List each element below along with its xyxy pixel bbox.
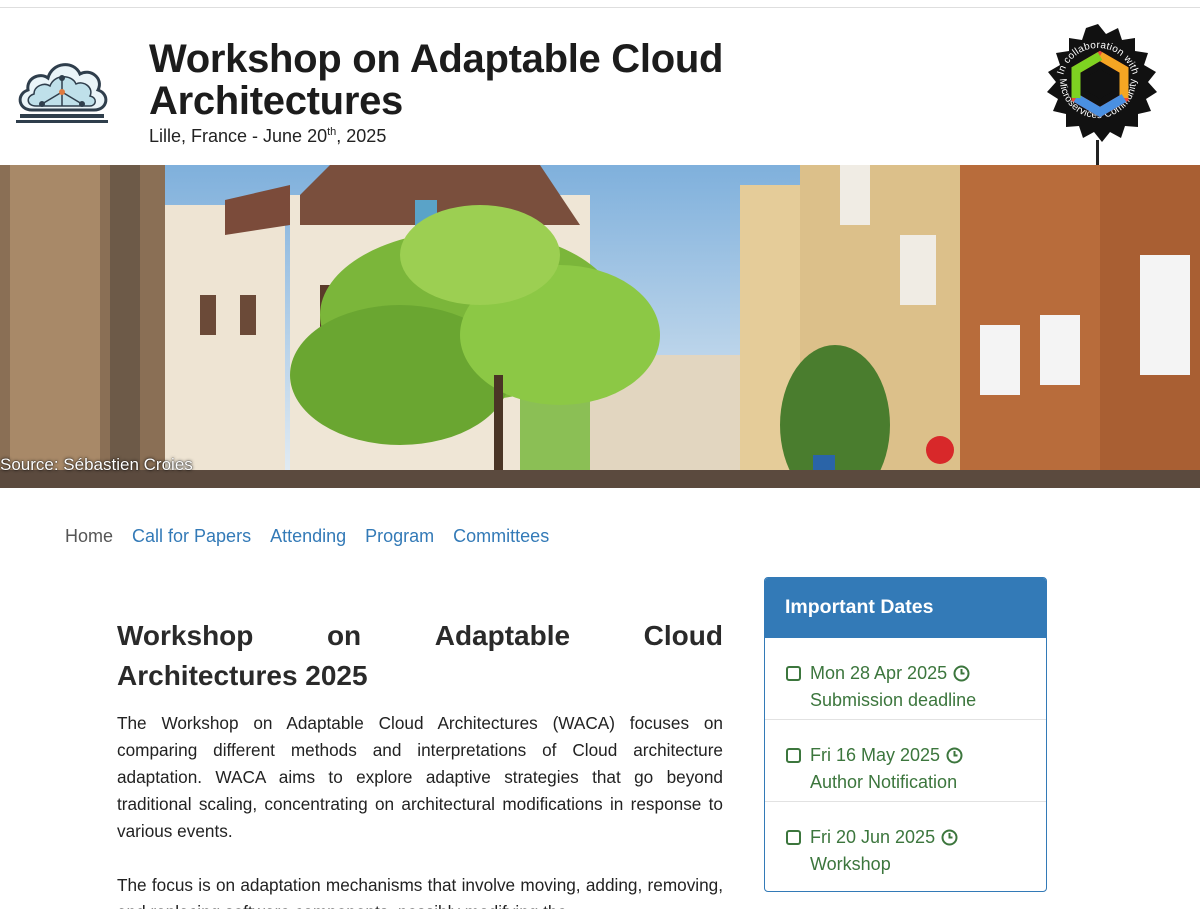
cloud-architecture-logo-icon <box>16 63 108 123</box>
checkbox-icon <box>786 666 801 681</box>
clock-icon <box>941 829 958 846</box>
heading-line-2: Architectures 2025 <box>117 660 368 691</box>
clock-icon <box>953 665 970 682</box>
top-border <box>0 0 1200 8</box>
date-value: Mon 28 Apr 2025 <box>810 663 948 683</box>
nav-program[interactable]: Program <box>365 526 434 547</box>
checkbox-icon <box>786 830 801 845</box>
microservices-community-badge[interactable]: In collaboration with Microservices Comm… <box>1032 22 1164 170</box>
page-heading: Workshop on Adaptable Cloud Architecture… <box>117 616 723 696</box>
checkbox-icon <box>786 748 801 763</box>
main-nav: Home Call for Papers Attending Program C… <box>65 526 549 547</box>
subtitle-superscript: th <box>327 126 337 138</box>
intro-paragraph: The Workshop on Adaptable Cloud Architec… <box>117 713 723 841</box>
site-title: Workshop on Adaptable Cloud Architecture… <box>149 37 724 123</box>
heading-word: Workshop <box>117 620 254 651</box>
hero-image: Source: Sébastien Croies <box>0 165 1200 488</box>
nav-call-for-papers[interactable]: Call for Papers <box>132 526 251 547</box>
date-label: Author Notification <box>810 772 958 792</box>
important-dates-title: Important Dates <box>765 578 1046 638</box>
site-subtitle: Lille, France - June 20th, 2025 <box>149 126 386 147</box>
date-label: Workshop <box>810 854 891 874</box>
heading-word: Adaptable <box>434 620 571 651</box>
subtitle-suffix: , 2025 <box>336 126 387 146</box>
main-content: Workshop on Adaptable Cloud Architecture… <box>117 616 723 909</box>
heading-word: Cloud <box>643 620 723 651</box>
nav-home[interactable]: Home <box>65 526 113 547</box>
date-item: Mon 28 Apr 2025 Submission deadline <box>765 638 1046 720</box>
lille-street-photo <box>0 165 1200 488</box>
date-value: Fri 16 May 2025 <box>810 745 941 765</box>
clock-icon <box>946 747 963 764</box>
photo-credit: Source: Sébastien Croies <box>0 455 193 474</box>
nav-committees[interactable]: Committees <box>453 526 549 547</box>
heading-word: on <box>326 620 362 651</box>
subtitle-prefix: Lille, France - June 20 <box>149 126 328 146</box>
date-item: Fri 20 Jun 2025 Workshop <box>765 802 1046 884</box>
site-header: Workshop on Adaptable Cloud Architecture… <box>0 8 1200 170</box>
date-value: Fri 20 Jun 2025 <box>810 827 936 847</box>
date-item: Fri 16 May 2025 Author Notification <box>765 720 1046 802</box>
date-label: Submission deadline <box>810 690 977 710</box>
focus-paragraph: The focus is on adaptation mechanisms th… <box>117 875 723 909</box>
important-dates-panel: Important Dates Mon 28 Apr 2025 Submissi… <box>764 577 1047 892</box>
nav-attending[interactable]: Attending <box>270 526 346 547</box>
